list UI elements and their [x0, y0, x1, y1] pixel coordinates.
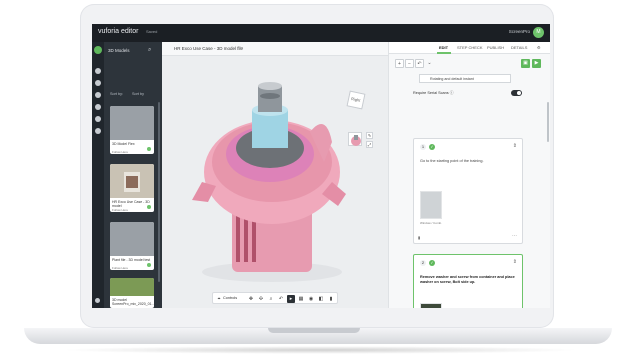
tab-edit[interactable]: EDIT	[439, 45, 448, 50]
filter-dropdown[interactable]: Sort by	[132, 92, 144, 96]
top-bar: vuforia editor Saved ScreenPro M	[92, 24, 550, 42]
asset-thumbnail	[110, 106, 154, 140]
home-icon[interactable]	[94, 46, 102, 54]
undo-button[interactable]: ↶	[415, 59, 424, 68]
move-icon[interactable]: ✥	[247, 295, 255, 303]
expand-icon[interactable]: ⤢	[366, 141, 373, 148]
step-card-selected[interactable]: 2 ✓ ⇕ Remove washer and screw from conta…	[413, 254, 523, 308]
pin-icon[interactable]: ◉	[307, 295, 315, 303]
step-instruction[interactable]: Remove washer and screw from container a…	[420, 275, 516, 285]
avatar[interactable]: M	[533, 27, 544, 38]
select-pointer-icon[interactable]: ▸	[287, 295, 295, 303]
reorder-icon[interactable]: ⇕	[513, 143, 517, 149]
undo-icon[interactable]: ↶	[277, 295, 285, 303]
app-screen: vuforia editor Saved ScreenPro M 3D Mode…	[92, 24, 550, 308]
viewer-header: HR Exco Use Case - 3D model file ⋯	[162, 42, 388, 56]
asset-card[interactable]: HR Exco Use Case - 3D model Follow Here	[110, 164, 154, 212]
3d-motor-model[interactable]	[192, 82, 352, 282]
animation-select[interactable]: Rotating and default instant	[419, 74, 511, 83]
help-icon[interactable]	[95, 298, 100, 303]
asset-panel: 3D Models ⌕ Sort by: Sort by 3D Model Fl…	[104, 42, 162, 308]
camera-icon[interactable]: ⌖	[215, 295, 223, 303]
asset-title: 3D model ScreenPro_mix_2020_01...	[112, 298, 154, 306]
asset-card[interactable]: 3D model ScreenPro_mix_2020_01...	[110, 278, 154, 308]
laptop-notch	[268, 328, 360, 333]
lock-icon[interactable]: ▮	[327, 295, 335, 303]
model-title: HR Exco Use Case - 3D model file	[174, 46, 244, 51]
remove-step-button[interactable]: −	[405, 59, 414, 68]
brand-logo[interactable]: vuforia editor	[98, 28, 138, 35]
play-button[interactable]: ▶	[532, 59, 541, 68]
save-status: Saved	[146, 29, 158, 34]
info-icon[interactable]	[95, 92, 101, 98]
panel-scrollbar[interactable]	[158, 102, 160, 282]
sort-dropdown[interactable]: Sort by:	[110, 92, 123, 96]
asset-card[interactable]: 3D Model Flex Follow Here	[110, 106, 154, 154]
tab-publish[interactable]: PUBLISH	[487, 45, 504, 50]
step-number: 1	[420, 144, 426, 150]
serial-scan-label: Require Serial Scans ⓘ	[413, 91, 454, 95]
trash-icon[interactable]: ▮	[418, 235, 420, 240]
reorder-icon[interactable]: ⇕	[513, 259, 517, 265]
toolbar-label: Controls	[223, 296, 238, 300]
active-tab-indicator	[437, 52, 451, 54]
step-card[interactable]: 1 ✓ ⇕ Go to the starting point of the tr…	[413, 138, 523, 244]
rotate-icon[interactable]: ✣	[257, 295, 265, 303]
asset-thumbnail	[110, 164, 154, 198]
asset-thumbnail	[110, 222, 154, 256]
zoom-icon[interactable]: ⌕	[267, 295, 275, 303]
cube-face-label: Right	[350, 96, 361, 103]
more-options-icon[interactable]: ⌄	[425, 59, 434, 68]
preview-thumbnail[interactable]	[348, 132, 362, 146]
tab-bar: EDIT STEP CHECK PUBLISH DETAILS ⚙	[389, 42, 550, 54]
status-dot-icon	[147, 205, 151, 209]
settings-icon[interactable]: ⚙	[537, 45, 541, 50]
status-dot-icon	[147, 263, 151, 267]
photo-icon	[124, 172, 140, 192]
serial-scan-toggle[interactable]	[511, 90, 522, 96]
left-rail	[92, 42, 104, 308]
tab-step-check[interactable]: STEP CHECK	[457, 45, 483, 50]
step-instruction[interactable]: Go to the starting point of the training…	[420, 159, 516, 164]
save-button[interactable]: ▣	[521, 59, 530, 68]
globe-icon[interactable]	[95, 116, 101, 122]
camera-icon[interactable]	[95, 80, 101, 86]
models-icon[interactable]	[95, 68, 101, 74]
step-image[interactable]	[420, 303, 442, 308]
check-icon[interactable]: ✓	[429, 144, 435, 150]
layers-icon[interactable]: ▦	[297, 295, 305, 303]
viewer-toolbar: ⌖ Controls ✥ ✣ ⌕ ↶ ▸ ▦ ◉ ◧ ▮	[212, 292, 338, 304]
panel-scrollbar[interactable]	[547, 102, 549, 142]
view-cube[interactable]: Right	[346, 90, 366, 110]
more-icon[interactable]: ⋯	[512, 233, 517, 239]
laptop-shadow	[60, 346, 580, 354]
share-icon[interactable]	[95, 104, 101, 110]
more-menu-icon[interactable]: ⋯	[238, 45, 243, 51]
step-panel: EDIT STEP CHECK PUBLISH DETAILS ⚙ + − ↶ …	[388, 42, 550, 308]
asset-card[interactable]: Plant file - 3D model test Follow Here	[110, 222, 154, 270]
check-icon[interactable]: ✓	[429, 260, 435, 266]
step-image[interactable]	[420, 191, 442, 219]
tab-details[interactable]: DETAILS	[511, 45, 527, 50]
model-preview-icon	[351, 135, 361, 146]
trash-icon[interactable]	[95, 128, 101, 134]
edit-icon[interactable]: ✎	[366, 132, 373, 139]
asset-thumbnail	[110, 278, 154, 296]
model-viewer[interactable]: HR Exco Use Case - 3D model file ⋯ Right	[162, 42, 388, 308]
panel-title: 3D Models	[108, 48, 130, 53]
cube-icon[interactable]: ◧	[317, 295, 325, 303]
user-name[interactable]: ScreenPro	[509, 29, 530, 34]
search-icon[interactable]: ⌕	[148, 47, 156, 55]
add-step-button[interactable]: +	[395, 59, 404, 68]
step-image-caption: Window / Comb.	[420, 221, 443, 225]
status-dot-icon	[147, 147, 151, 151]
step-number: 2	[420, 260, 426, 266]
